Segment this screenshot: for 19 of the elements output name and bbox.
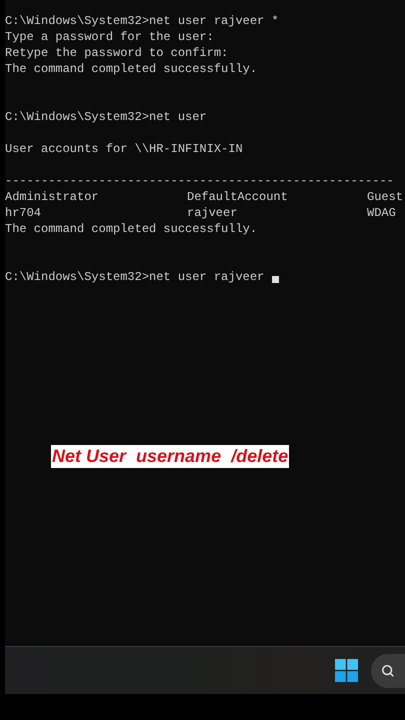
console-line: The command completed successfully.	[5, 61, 258, 77]
caption-overlay: Net User username /delete	[51, 445, 290, 468]
console-cell-text: Guest	[367, 189, 404, 205]
console-line: Retype the password to confirm:	[5, 45, 228, 61]
console-line: User accounts for \\HR-INFINIX-IN	[5, 141, 243, 157]
console-cell-text: WDAG	[367, 205, 397, 221]
console-line: ------------------------------------------------------	[5, 173, 394, 189]
console-cell-text: rajveer	[187, 205, 238, 221]
windows-logo-icon[interactable]	[335, 659, 358, 682]
search-icon	[381, 664, 395, 678]
console-line: Type a password for the user:	[5, 29, 214, 45]
console-cell-text: Administrator	[5, 189, 100, 205]
search-field[interactable]	[371, 654, 405, 688]
console-line: The command completed successfully.	[5, 221, 258, 237]
console-line: C:\Windows\System32>net user rajveer	[5, 269, 266, 285]
console-line: C:\Windows\System32>net user	[5, 109, 207, 125]
console-cell-text: DefaultAccount	[187, 189, 289, 205]
console-cell-text: hr704	[5, 205, 42, 221]
console-line: C:\Windows\System32>net user rajveer *	[5, 13, 279, 29]
